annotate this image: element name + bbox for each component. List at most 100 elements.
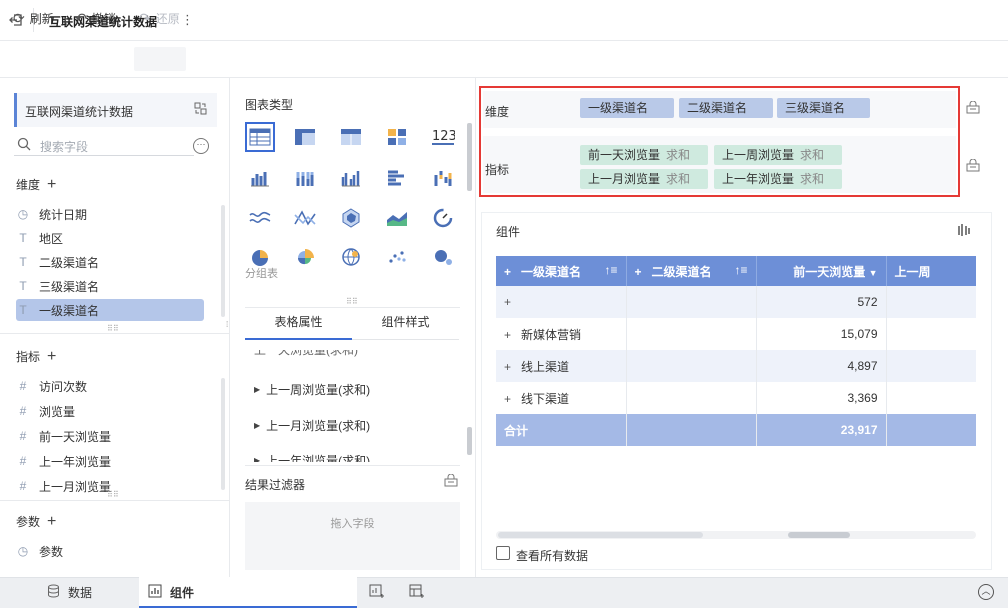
dimension-field-item[interactable]: ◷ 统计日期 [16, 203, 87, 225]
resize-grip[interactable]: ⠿⠿ [107, 324, 119, 333]
table-cell [886, 350, 976, 382]
dimension-chip[interactable]: 一级渠道名 [580, 98, 674, 118]
gauge-icon[interactable] [428, 203, 458, 233]
scatter-icon[interactable] [382, 242, 412, 272]
divider [0, 500, 229, 501]
dimension-field-item[interactable]: T 地区 [16, 227, 63, 249]
grouped-bar-icon[interactable] [336, 163, 366, 193]
table-cell[interactable]: + 线下渠道 [496, 382, 627, 414]
column-header[interactable]: + 一级渠道名 ↑≡ [496, 256, 627, 286]
line-chart-icon[interactable] [245, 203, 275, 233]
table-chart-icon[interactable] [245, 122, 275, 152]
param-item[interactable]: ◷ 参数 [16, 540, 63, 562]
add-dimension-icon[interactable]: + [47, 176, 56, 192]
column-header[interactable]: + 二级渠道名 ↑≡ [626, 256, 757, 286]
dimension-field-item[interactable]: T 三级渠道名 [16, 275, 99, 297]
chart-type-scrollbar[interactable] [467, 123, 472, 191]
waterfall-icon[interactable] [428, 163, 458, 193]
more-menu-icon[interactable]: ⋮ [181, 12, 194, 28]
measure-shelf-label: 指标 [485, 163, 510, 177]
measure-chip[interactable]: 上一月浏览量 求和 [580, 169, 708, 189]
resize-grip[interactable]: ⠿⠿ [107, 490, 119, 499]
measure-field-item[interactable]: # 上一月浏览量 [16, 475, 111, 497]
add-widget-icon[interactable] [369, 584, 384, 602]
panel-resize-handle[interactable]: ⁞ [226, 320, 228, 329]
prop-item[interactable]: ▶ 上一周浏览量(求和) [254, 381, 370, 398]
bar-chart-icon[interactable] [245, 163, 275, 193]
sort-desc-icon[interactable]: ▼ [869, 268, 878, 278]
expand-icon[interactable]: + [504, 295, 511, 309]
measure-chip[interactable]: 上一年浏览量 求和 [714, 169, 842, 189]
expand-icon[interactable]: + [635, 265, 642, 279]
add-dashboard-icon[interactable] [409, 584, 424, 602]
lock-icon[interactable] [966, 100, 980, 117]
stacked-bar-icon[interactable] [290, 163, 320, 193]
prop-item[interactable]: ▶ 上一月浏览量(求和) [254, 417, 370, 434]
dimension-scrollbar[interactable] [221, 205, 225, 317]
prop-item-clipped[interactable]: ▶ 上一年浏览量(求和) [245, 452, 460, 462]
props-scrollbar[interactable] [467, 427, 472, 455]
dimension-chip[interactable]: 二级渠道名 [679, 98, 773, 118]
table-cell [886, 382, 976, 414]
expand-icon[interactable]: + [504, 392, 511, 406]
bubble-icon[interactable] [428, 242, 458, 272]
add-param-icon[interactable]: + [47, 513, 56, 529]
measure-field-item[interactable]: # 访问次数 [16, 375, 87, 397]
tab-table-properties[interactable]: 表格属性 [245, 313, 352, 330]
dimension-field-item[interactable]: T 一级渠道名 [16, 299, 204, 321]
table-row[interactable]: +572 [496, 286, 976, 318]
filter-drop-zone[interactable] [245, 502, 460, 570]
measure-scrollbar[interactable] [221, 378, 225, 490]
table-row[interactable]: + 线上渠道 4,897 [496, 350, 976, 382]
cross-table-icon[interactable] [336, 122, 366, 152]
sort-icon[interactable]: ↑≡ [604, 263, 617, 277]
measure-chip[interactable]: 上一周浏览量 求和 [714, 145, 842, 165]
redo-button[interactable]: ↷ 还原 [139, 10, 180, 27]
table-cell [626, 318, 757, 350]
switch-dataset-icon[interactable] [194, 102, 207, 118]
horizontal-bar-icon[interactable] [382, 163, 412, 193]
rose-chart-icon[interactable] [290, 242, 320, 272]
lock-icon[interactable] [444, 473, 458, 490]
expand-icon[interactable]: + [504, 265, 511, 279]
resize-grip[interactable]: ⠿⠿ [346, 297, 358, 306]
table-cell[interactable]: + 线上渠道 [496, 350, 627, 382]
sort-icon[interactable]: ↑≡ [734, 263, 747, 277]
table-row[interactable]: + 线下渠道 3,369 [496, 382, 976, 414]
expand-arrow-icon: ▶ [254, 456, 261, 462]
area-chart-icon[interactable] [382, 203, 412, 233]
multi-line-icon[interactable] [290, 203, 320, 233]
dimension-field-item[interactable]: T 二级渠道名 [16, 251, 99, 273]
expand-icon[interactable]: + [504, 360, 511, 374]
chart-settings-icon[interactable] [957, 223, 971, 240]
refresh-button[interactable]: ⟳ 刷新 [13, 10, 54, 27]
detail-table-icon[interactable] [290, 122, 320, 152]
card-grid-icon[interactable] [382, 122, 412, 152]
table-cell: 3,369 [756, 382, 887, 414]
view-all-checkbox[interactable] [496, 546, 510, 560]
undo-button[interactable]: ↶ 撤销 [75, 10, 116, 27]
kpi-number-icon[interactable]: 123 [428, 122, 458, 152]
scrollbar-thumb[interactable] [788, 532, 850, 538]
table-row[interactable]: + 新媒体营销 15,079 [496, 318, 976, 350]
map-icon[interactable] [336, 242, 366, 272]
divider [245, 307, 460, 308]
expand-icon[interactable]: + [504, 328, 511, 342]
tab-widget-style[interactable]: 组件样式 [352, 313, 459, 330]
dimension-chip[interactable]: 三级渠道名 [777, 98, 870, 118]
table-cell[interactable]: + 新媒体营销 [496, 318, 627, 350]
column-header[interactable]: 上一周 [886, 256, 976, 286]
measure-field-item[interactable]: # 上一年浏览量 [16, 450, 111, 472]
lock-icon[interactable] [966, 158, 980, 175]
radar-icon[interactable] [336, 203, 366, 233]
measure-chip[interactable]: 前一天浏览量 求和 [580, 145, 708, 165]
tab-widget[interactable]: 组件 [148, 577, 194, 608]
table-cell[interactable]: + [496, 286, 627, 318]
column-header[interactable]: 前一天浏览量 ▼ [756, 256, 887, 286]
collapse-icon[interactable]: ︿ [978, 584, 994, 600]
add-measure-icon[interactable]: + [47, 348, 56, 364]
tab-data[interactable]: 数据 [47, 577, 92, 608]
measure-field-item[interactable]: # 浏览量 [16, 400, 75, 422]
more-options-icon[interactable]: ··· [193, 138, 209, 154]
measure-field-item[interactable]: # 前一天浏览量 [16, 425, 111, 447]
